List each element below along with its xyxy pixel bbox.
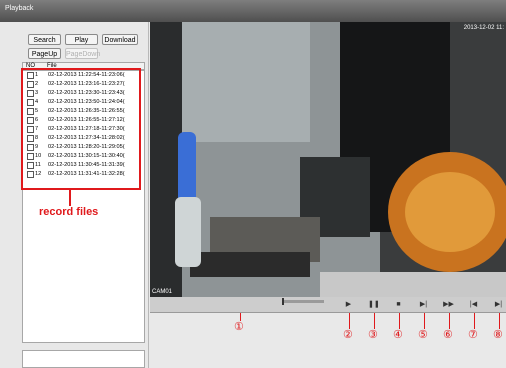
pause-icon[interactable]: ❚❚ xyxy=(368,299,380,310)
record-files-highlight xyxy=(21,68,141,190)
camera-label: CAM01 xyxy=(152,289,173,295)
callout-8: ⑧ xyxy=(493,329,503,341)
callout-line-1 xyxy=(240,313,241,321)
search-button[interactable]: Search xyxy=(28,34,61,45)
next-icon[interactable]: ▶| xyxy=(493,299,504,310)
callout-3: ③ xyxy=(368,329,378,341)
callout-line-6 xyxy=(449,313,450,329)
download-button[interactable]: Download xyxy=(102,34,138,45)
video-timestamp: 2013-12-02 11: xyxy=(463,25,504,31)
callout-line-2 xyxy=(349,313,350,329)
callout-6: ⑥ xyxy=(443,329,453,341)
video-player[interactable]: 2013-12-02 11: CAM01 xyxy=(150,22,506,297)
page-up-button[interactable]: PageUp xyxy=(28,48,61,59)
callout-line-5 xyxy=(424,313,425,329)
seek-track[interactable] xyxy=(282,300,324,303)
step-forward-icon[interactable]: ▶| xyxy=(418,299,429,310)
annotation-connector xyxy=(69,190,71,206)
stop-icon[interactable]: ■ xyxy=(393,299,404,310)
callout-7: ⑦ xyxy=(468,329,478,341)
play-button[interactable]: Play xyxy=(65,34,98,45)
previous-icon[interactable]: |◀ xyxy=(468,299,479,310)
callout-line-4 xyxy=(399,313,400,329)
callout-line-7 xyxy=(474,313,475,329)
playback-control-bar: ▶ ❚❚ ■ ▶| ▶▶ |◀ ▶| xyxy=(150,297,506,313)
page-down-button[interactable]: PageDown xyxy=(65,48,100,59)
callout-1: ① xyxy=(234,321,244,333)
callout-line-8 xyxy=(499,313,500,329)
info-box xyxy=(22,350,145,368)
video-frame xyxy=(150,22,506,297)
play-icon[interactable]: ▶ xyxy=(343,299,354,310)
callout-4: ④ xyxy=(393,329,403,341)
title-bar: Playback xyxy=(0,0,506,22)
window-title: Playback xyxy=(5,5,34,12)
callout-2: ② xyxy=(343,329,353,341)
seek-handle[interactable] xyxy=(282,298,284,305)
record-files-label: record files xyxy=(39,206,99,218)
callout-line-3 xyxy=(374,313,375,329)
callout-5: ⑤ xyxy=(418,329,428,341)
fast-forward-icon[interactable]: ▶▶ xyxy=(443,299,454,310)
